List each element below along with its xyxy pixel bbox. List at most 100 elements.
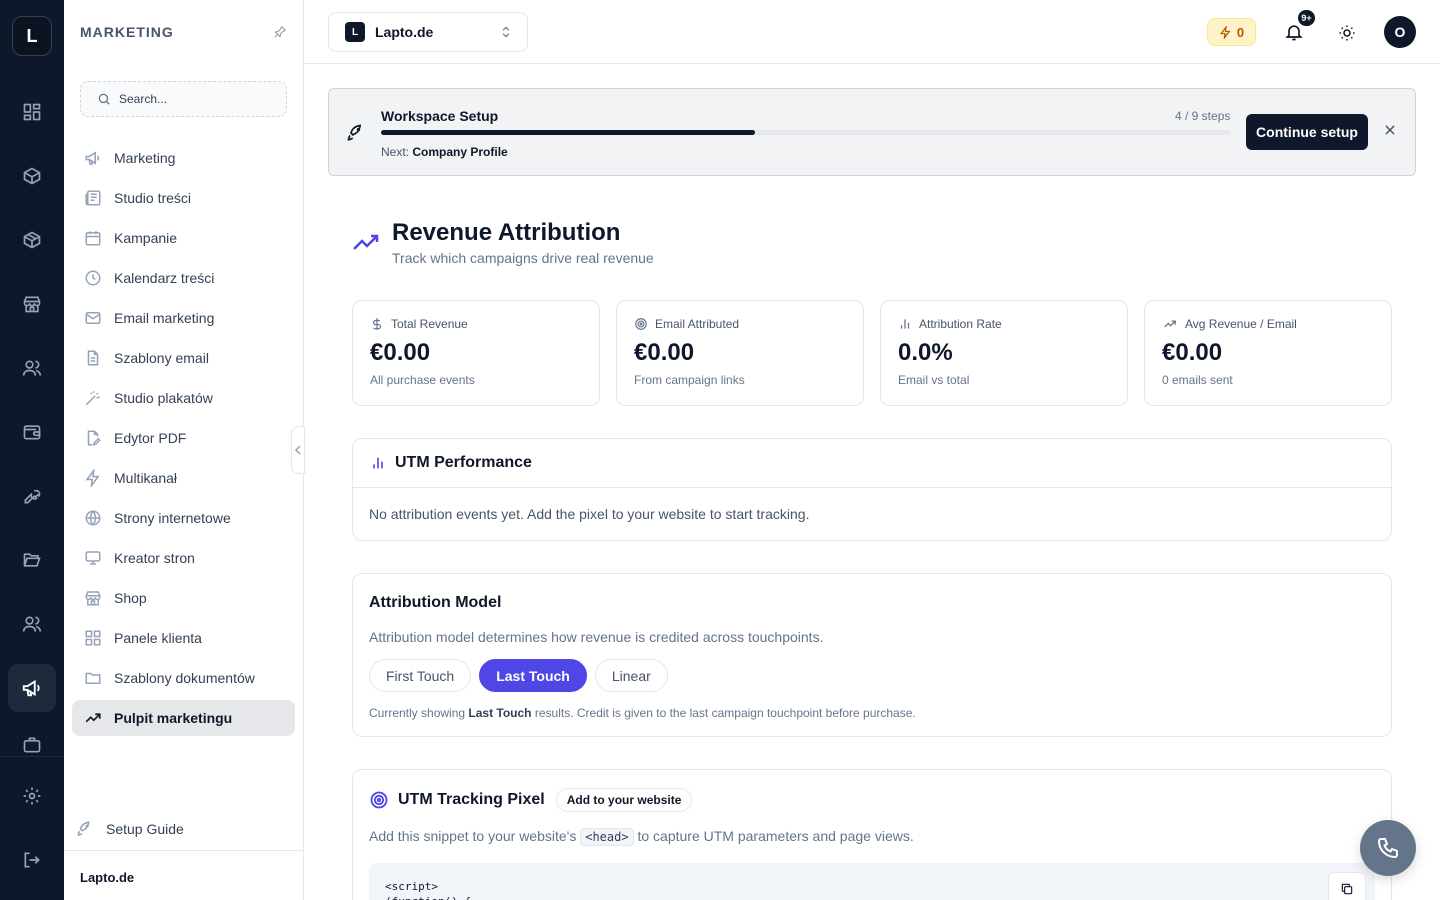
stat-value: €0.00 [634,339,695,366]
megaphone-icon [22,679,40,697]
store-rail-button[interactable] [12,284,52,324]
icon-rail: L [0,0,64,900]
inventory-rail-button[interactable] [12,220,52,260]
sidebar-item-pdf-editor[interactable]: Edytor PDF [72,420,295,456]
linear-option[interactable]: Linear [594,659,668,692]
first-touch-option[interactable]: First Touch [369,659,472,692]
file-text-icon [87,350,99,366]
sidebar-item-label: Studio plakatów [114,390,213,406]
clock-icon [85,270,101,286]
settings-rail-button[interactable] [12,776,52,816]
note-model: Last Touch [468,706,532,720]
stat-label: Avg Revenue / Email [1185,317,1297,331]
contacts-rail-button[interactable] [12,348,52,388]
app-logo[interactable]: L [12,16,52,56]
theme-toggle[interactable] [1334,20,1360,46]
workspace-name: Lapto.de [375,24,434,40]
workspace-selector[interactable]: L Lapto.de [328,12,528,52]
utm-performance-title: UTM Performance [395,454,532,471]
sidebar-item-campaigns[interactable]: Kampanie [72,220,295,256]
files-rail-button[interactable] [12,540,52,580]
search-input[interactable] [119,92,269,106]
wallet-rail-button[interactable] [12,412,52,452]
rocket-icon [77,821,90,836]
sidebar-item-label: Studio treści [114,190,192,206]
trending-up-icon [1162,317,1178,331]
workspace-setup-banner: Workspace Setup 4 / 9 steps Next: Compan… [328,88,1416,176]
bell-icon [1285,25,1303,41]
sidebar-item-poster-studio[interactable]: Studio plakatów [72,380,295,416]
store-icon [85,591,101,606]
close-icon[interactable] [1383,123,1397,137]
sidebar-nav: Marketing Studio treści Kampanie Kalenda… [72,140,295,740]
dashboard-rail-button[interactable] [12,92,52,132]
sidebar-item-shop[interactable]: Shop [72,580,295,616]
sidebar-footer-workspace[interactable]: Lapto.de [64,850,303,900]
gear-icon [23,787,41,805]
attribution-model-options: First Touch Last Touch Linear [369,659,668,692]
note-suffix: results. Credit is given to the last cam… [534,706,916,720]
setup-guide-label: Setup Guide [106,821,184,837]
sun-icon [1339,25,1355,41]
sidebar-item-document-templates[interactable]: Szablony dokumentów [72,660,295,696]
setup-next-value: Company Profile [412,145,508,159]
tools-rail-button[interactable] [12,476,52,516]
stat-sub: From campaign links [634,373,745,387]
last-touch-option[interactable]: Last Touch [479,659,587,692]
sidebar-item-marketing[interactable]: Marketing [72,140,295,176]
trending-up-icon [352,232,380,252]
copy-icon [1341,883,1353,895]
attribution-model-description: Attribution model determines how revenue… [369,629,824,645]
sidebar-item-label: Szablony email [114,350,209,366]
sidebar-item-label: Multikanał [114,470,178,486]
copy-code-button[interactable] [1328,872,1366,900]
call-support-button[interactable] [1360,820,1416,876]
sidebar-item-label: Strony internetowe [114,510,231,526]
chevrons-up-down-icon [499,25,513,39]
sidebar-item-websites[interactable]: Strony internetowe [72,500,295,536]
marketing-rail-button[interactable] [8,664,56,712]
setup-guide-link[interactable]: Setup Guide [76,820,184,838]
setup-next: Next: Company Profile [381,145,508,159]
sidebar-collapse-handle[interactable] [291,426,305,474]
setup-progress-fill [381,130,755,135]
sidebar-item-marketing-dashboard[interactable]: Pulpit marketingu [72,700,295,736]
continue-setup-button[interactable]: Continue setup [1246,114,1368,150]
logout-rail-button[interactable] [12,840,52,880]
desc-prefix: Add this snippet to your website's [369,828,577,844]
monitor-icon [85,551,101,565]
sidebar-item-label: Kalendarz treści [114,270,215,286]
chevron-left-icon [294,445,301,455]
mail-icon [85,312,101,324]
sidebar-title: MARKETING [80,24,174,40]
pin-icon[interactable] [273,25,287,39]
sidebar-item-content-studio[interactable]: Studio treści [72,180,295,216]
tracking-pixel-title: UTM Tracking Pixel [398,791,545,808]
sidebar-item-email-templates[interactable]: Szablony email [72,340,295,376]
note-prefix: Currently showing [369,706,466,720]
setup-steps: 4 / 9 steps [1175,109,1231,123]
sidebar-item-multichannel[interactable]: Multikanał [72,460,295,496]
more-rail-button[interactable] [12,736,52,754]
sidebar-item-content-calendar[interactable]: Kalendarz treści [72,260,295,296]
stat-label: Attribution Rate [919,317,1002,331]
page-subtitle: Track which campaigns drive real revenue [392,250,654,266]
desc-suffix: to capture UTM parameters and page views… [637,828,914,844]
bar-chart-icon [898,317,912,331]
megaphone-icon [85,151,100,165]
sidebar-item-client-panels[interactable]: Panele klienta [72,620,295,656]
tracking-pixel-code[interactable]: <script> (function() { [369,863,1375,900]
stat-value: €0.00 [370,339,431,366]
team-rail-button[interactable] [12,604,52,644]
sidebar-item-label: Edytor PDF [114,430,187,446]
sidebar-search[interactable] [80,81,287,117]
target-icon [369,790,389,810]
rail-divider [0,756,64,757]
products-rail-button[interactable] [12,156,52,196]
credits-badge[interactable]: 0 [1207,18,1256,46]
sidebar-item-page-builder[interactable]: Kreator stron [72,540,295,576]
user-avatar[interactable]: O [1384,16,1416,48]
sidebar-item-label: Kreator stron [114,550,195,566]
sidebar-item-email-marketing[interactable]: Email marketing [72,300,295,336]
rocket-icon [346,123,366,143]
